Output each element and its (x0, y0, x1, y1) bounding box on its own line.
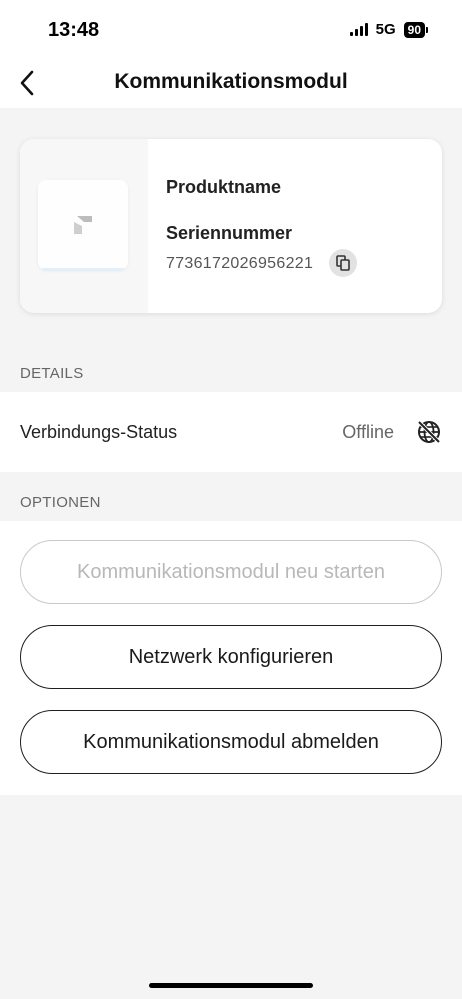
battery-icon: 90 (403, 21, 428, 38)
device-illustration (38, 180, 128, 271)
product-image (20, 139, 148, 313)
product-name-label: Produktname (166, 177, 282, 197)
copy-serial-button[interactable] (329, 249, 357, 277)
copy-icon (336, 255, 350, 271)
connection-status-label: Verbindungs-Status (20, 422, 178, 442)
details-panel: Verbindungs-Status Offline (0, 392, 462, 472)
product-info: Produktname Seriennummer 773617202695622… (148, 139, 442, 313)
signal-strength-icon (349, 23, 368, 36)
network-type: 5G (375, 21, 396, 38)
status-time: 13:48 (48, 19, 100, 41)
options-section-title: OPTIONEN (20, 494, 101, 511)
configure-network-button[interactable]: Netzwerk konfigurieren (20, 625, 442, 689)
connection-status-value: Offline (342, 422, 394, 442)
brand-logo-icon (74, 216, 92, 234)
page-title: Kommunikationsmodul (114, 70, 348, 93)
status-indicators: 5G 90 (349, 21, 428, 38)
status-bar: 13:48 5G 90 (0, 0, 462, 58)
home-indicator (149, 983, 313, 988)
product-card: Produktname Seriennummer 773617202695622… (20, 139, 442, 313)
battery-level: 90 (403, 21, 425, 38)
nav-bar: Kommunikationsmodul (0, 58, 462, 108)
unregister-module-button[interactable]: Kommunikationsmodul abmelden (20, 710, 442, 774)
serial-number-label: Seriennummer (166, 223, 293, 243)
options-panel: Kommunikationsmodul neu starten Netzwerk… (0, 521, 462, 795)
globe-offline-icon (417, 420, 441, 444)
restart-module-button[interactable]: Kommunikationsmodul neu starten (20, 540, 442, 604)
details-section-title: DETAILS (20, 365, 84, 382)
serial-number-value: 7736172026956221 (166, 255, 314, 272)
